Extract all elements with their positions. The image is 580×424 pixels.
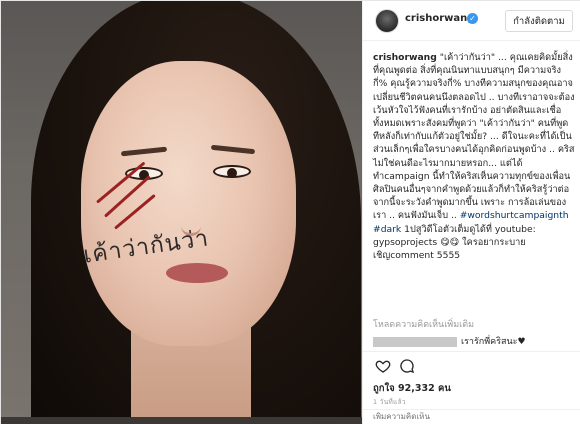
- comment-text: เรารักพี่คริสนะ♥: [461, 337, 526, 347]
- caption-text-1: "เค้าว่ากันว่า" ... คุณเคยคิดมั้ยสิ่งที่…: [373, 52, 575, 222]
- comment-row: เรารักพี่คริสนะ♥: [373, 334, 575, 348]
- avatar[interactable]: [375, 9, 399, 33]
- following-button[interactable]: กำลังติดตาม: [505, 10, 573, 32]
- add-comment-input[interactable]: [373, 412, 568, 421]
- verified-badge-icon: ✓: [467, 13, 478, 24]
- add-comment-box: [363, 409, 580, 424]
- action-bar: [363, 351, 580, 375]
- likes-count[interactable]: ถูกใจ 92,332 คน: [373, 381, 451, 396]
- instagram-post: เค้าว่ากันว่า crishorwang ✓ กำลังติดตาม …: [0, 0, 580, 424]
- heart-icon[interactable]: [375, 358, 391, 374]
- post-caption: crishorwang "เค้าว่ากันว่า" ... คุณเคยคิ…: [373, 51, 575, 262]
- redacted-commenter-name: [373, 336, 457, 347]
- photo-right-eye: [213, 165, 251, 178]
- post-side-panel: crishorwang ✓ กำลังติดตาม crishorwang "เ…: [362, 1, 580, 424]
- post-timestamp: 1 วันที่แล้ว: [373, 398, 406, 406]
- load-more-comments-link[interactable]: โหลดความคิดเห็นเพิ่มเติม: [373, 317, 474, 331]
- photo-lips: [166, 263, 228, 283]
- hashtag-wordshurt[interactable]: #wordshurtcampaignth: [460, 210, 569, 221]
- caption-username[interactable]: crishorwang: [373, 52, 437, 63]
- hashtag-dark[interactable]: #dark: [373, 224, 401, 235]
- username[interactable]: crishorwang: [405, 13, 474, 24]
- photo-face: [81, 61, 296, 346]
- photo-frame-bottom: [1, 417, 362, 424]
- comment-icon[interactable]: [399, 358, 415, 374]
- post-header: crishorwang ✓ กำลังติดตาม: [363, 1, 580, 41]
- post-photo[interactable]: เค้าว่ากันว่า: [1, 1, 362, 424]
